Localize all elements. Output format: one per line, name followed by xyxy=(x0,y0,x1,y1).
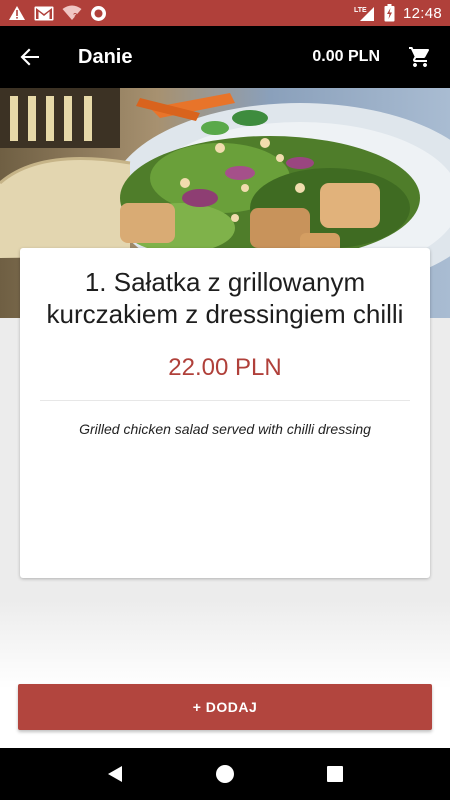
add-to-cart-button[interactable]: + DODAJ xyxy=(18,684,432,730)
home-circle-icon xyxy=(216,765,234,783)
warning-icon xyxy=(8,5,26,21)
signal-icon: LTE xyxy=(354,5,376,22)
status-bar: ? LTE 12:48 xyxy=(0,0,450,26)
back-arrow-icon xyxy=(20,48,39,66)
status-time: 12:48 xyxy=(402,4,442,22)
svg-text:?: ? xyxy=(73,13,77,20)
back-triangle-icon xyxy=(108,766,122,782)
dish-card: 1. Sałatka z grillowanym kurczakiem z dr… xyxy=(20,248,430,578)
page-title: Danie xyxy=(78,45,133,68)
back-button[interactable] xyxy=(0,26,60,88)
nav-back-button[interactable] xyxy=(90,749,140,799)
gmail-icon xyxy=(34,6,54,21)
network-label: LTE xyxy=(354,7,367,14)
battery-charging-icon xyxy=(384,4,395,22)
dish-price: 22.00 PLN xyxy=(168,354,282,381)
dish-name: 1. Sałatka z grillowanym kurczakiem z dr… xyxy=(46,267,404,329)
shopping-cart-icon xyxy=(409,47,430,67)
wifi-icon: ? xyxy=(62,5,82,21)
dish-description: Grilled chicken salad served with chilli… xyxy=(79,421,371,437)
cart-button[interactable] xyxy=(398,26,442,88)
app-bar: Danie 0.00 PLN xyxy=(0,26,450,88)
nav-home-button[interactable] xyxy=(200,749,250,799)
divider xyxy=(40,400,410,401)
nav-recents-button[interactable] xyxy=(310,749,360,799)
record-icon xyxy=(90,5,107,22)
system-nav-bar xyxy=(0,748,450,800)
recents-square-icon xyxy=(327,766,343,782)
status-left-icons: ? xyxy=(8,5,107,22)
cart-total: 0.00 PLN xyxy=(312,48,380,65)
status-right-icons: LTE 12:48 xyxy=(354,4,442,22)
